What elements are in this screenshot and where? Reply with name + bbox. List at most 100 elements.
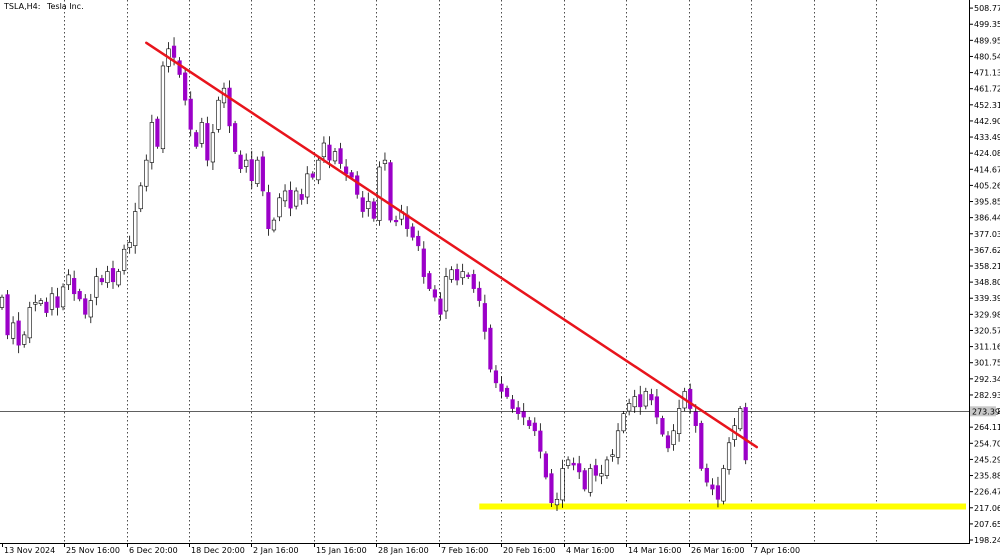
bear-candle [55, 296, 60, 308]
bull-candle [560, 468, 565, 501]
price-tick-label: 377.03 [974, 230, 1000, 239]
bear-candle [110, 268, 116, 283]
bear-candle [416, 235, 421, 247]
bear-candle [715, 485, 721, 500]
price-tick-label: 329.98 [974, 310, 1000, 319]
price-tick-label: 508.77 [974, 4, 1000, 13]
time-tick-label: 2 Jan 16:00 [253, 546, 299, 555]
bear-candle [310, 173, 315, 178]
bear-candle [393, 220, 399, 223]
price-tick-label: 489.95 [974, 36, 1000, 45]
bull-candle [565, 459, 571, 466]
price-tick-label: 339.39 [974, 294, 1000, 303]
time-tick-label: 25 Nov 16:00 [66, 546, 120, 555]
bull-candle [60, 286, 66, 308]
time-tick-label: 6 Dec 20:00 [129, 546, 178, 555]
bear-candle [688, 388, 693, 409]
bear-candle [249, 159, 254, 182]
bear-candle [410, 226, 415, 238]
price-tick-label: 282.93 [974, 391, 1000, 400]
bull-candle [282, 190, 288, 202]
bull-candle [366, 200, 371, 209]
bear-candle [205, 123, 210, 161]
price-tick-label: 198.24 [974, 536, 1000, 545]
bear-candle [44, 301, 49, 313]
price-tick-label: 235.88 [974, 472, 1000, 481]
bull-candle [122, 248, 127, 271]
price-tick-label: 245.29 [974, 455, 1000, 464]
bear-candle [710, 484, 715, 490]
bear-candle [438, 298, 443, 315]
bear-candle [171, 45, 177, 58]
current-price-tag: 273.39 [970, 406, 1000, 417]
bull-candle [621, 413, 626, 432]
bear-candle [704, 467, 709, 483]
price-chart[interactable]: 508.77 499.35 489.95 480.54 471.13 461.72 452.… [0, 0, 1000, 557]
bear-candle [504, 387, 510, 397]
bear-candle [432, 289, 438, 298]
bear-candle [665, 435, 671, 449]
symbol-timeframe: TSLA,H4: [3, 2, 40, 11]
bear-candle [516, 407, 521, 414]
time-tick-label: 7 Apr 16:00 [753, 546, 800, 555]
time-axis: 13 Nov 2024 25 Nov 16:00 6 Dec 20:00 18 Dec… [2, 543, 800, 555]
bull-candle [255, 159, 260, 184]
bull-candle [160, 65, 166, 150]
bear-candle [227, 87, 232, 127]
support-band [479, 503, 966, 510]
bull-candle [627, 403, 632, 412]
bull-candle [588, 468, 593, 493]
bull-candle [88, 300, 93, 318]
bear-candle [649, 394, 654, 401]
bear-candle [693, 411, 698, 426]
bear-candle [99, 278, 104, 283]
bull-candle [321, 142, 327, 158]
bear-candle [371, 201, 376, 219]
bear-candle [482, 303, 487, 332]
bull-candle [210, 132, 216, 163]
bull-candle [554, 499, 560, 506]
downtrend-line [145, 41, 759, 449]
bear-candle [338, 148, 343, 164]
bull-candle [726, 442, 732, 470]
price-tick-label: 254.70 [974, 439, 1000, 448]
price-tick-label: 386.44 [974, 214, 1000, 223]
price-tick-label: 301.75 [974, 359, 1000, 368]
bear-candle [299, 194, 304, 200]
bull-candle [133, 211, 138, 247]
bear-candle [155, 118, 160, 147]
bull-candle [676, 408, 682, 434]
bull-candle [332, 151, 338, 162]
bear-candle [5, 294, 10, 336]
price-tick-label: 461.72 [974, 85, 1000, 94]
bear-candle [72, 278, 77, 295]
bear-candle [233, 123, 238, 152]
bull-candle [460, 271, 465, 279]
candles [0, 37, 748, 511]
bear-candle [288, 189, 293, 209]
bull-candle [615, 430, 621, 458]
bear-candle [660, 418, 665, 435]
bear-candle [743, 407, 748, 461]
bull-candle [149, 122, 154, 163]
bull-candle [116, 271, 121, 286]
price-tick-label: 264.11 [974, 423, 1000, 432]
bull-candle [305, 173, 310, 198]
bear-candle [538, 430, 543, 452]
bull-candle [105, 271, 110, 284]
bear-candle [471, 274, 476, 289]
time-tick-label: 7 Feb 16:00 [441, 546, 488, 555]
bear-candle [355, 175, 360, 195]
bull-candle [671, 430, 676, 445]
bear-candle [577, 463, 582, 473]
bear-candle [327, 144, 332, 161]
bull-candle [382, 159, 388, 164]
bull-candle [127, 242, 132, 248]
bull-candle [66, 274, 71, 286]
bear-candle [477, 287, 482, 301]
bear-candle [499, 383, 504, 392]
bear-candle [593, 465, 598, 476]
time-tick-label: 14 Mar 16:00 [628, 546, 681, 555]
bull-candle [721, 468, 726, 502]
price-tick-label: 207.65 [974, 520, 1000, 529]
